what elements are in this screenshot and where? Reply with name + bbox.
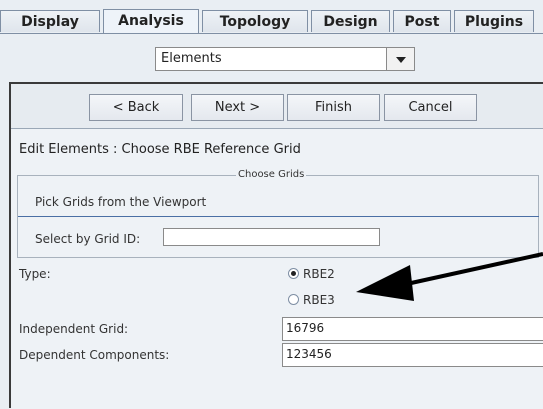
annotation-arrow-icon [356,252,543,301]
